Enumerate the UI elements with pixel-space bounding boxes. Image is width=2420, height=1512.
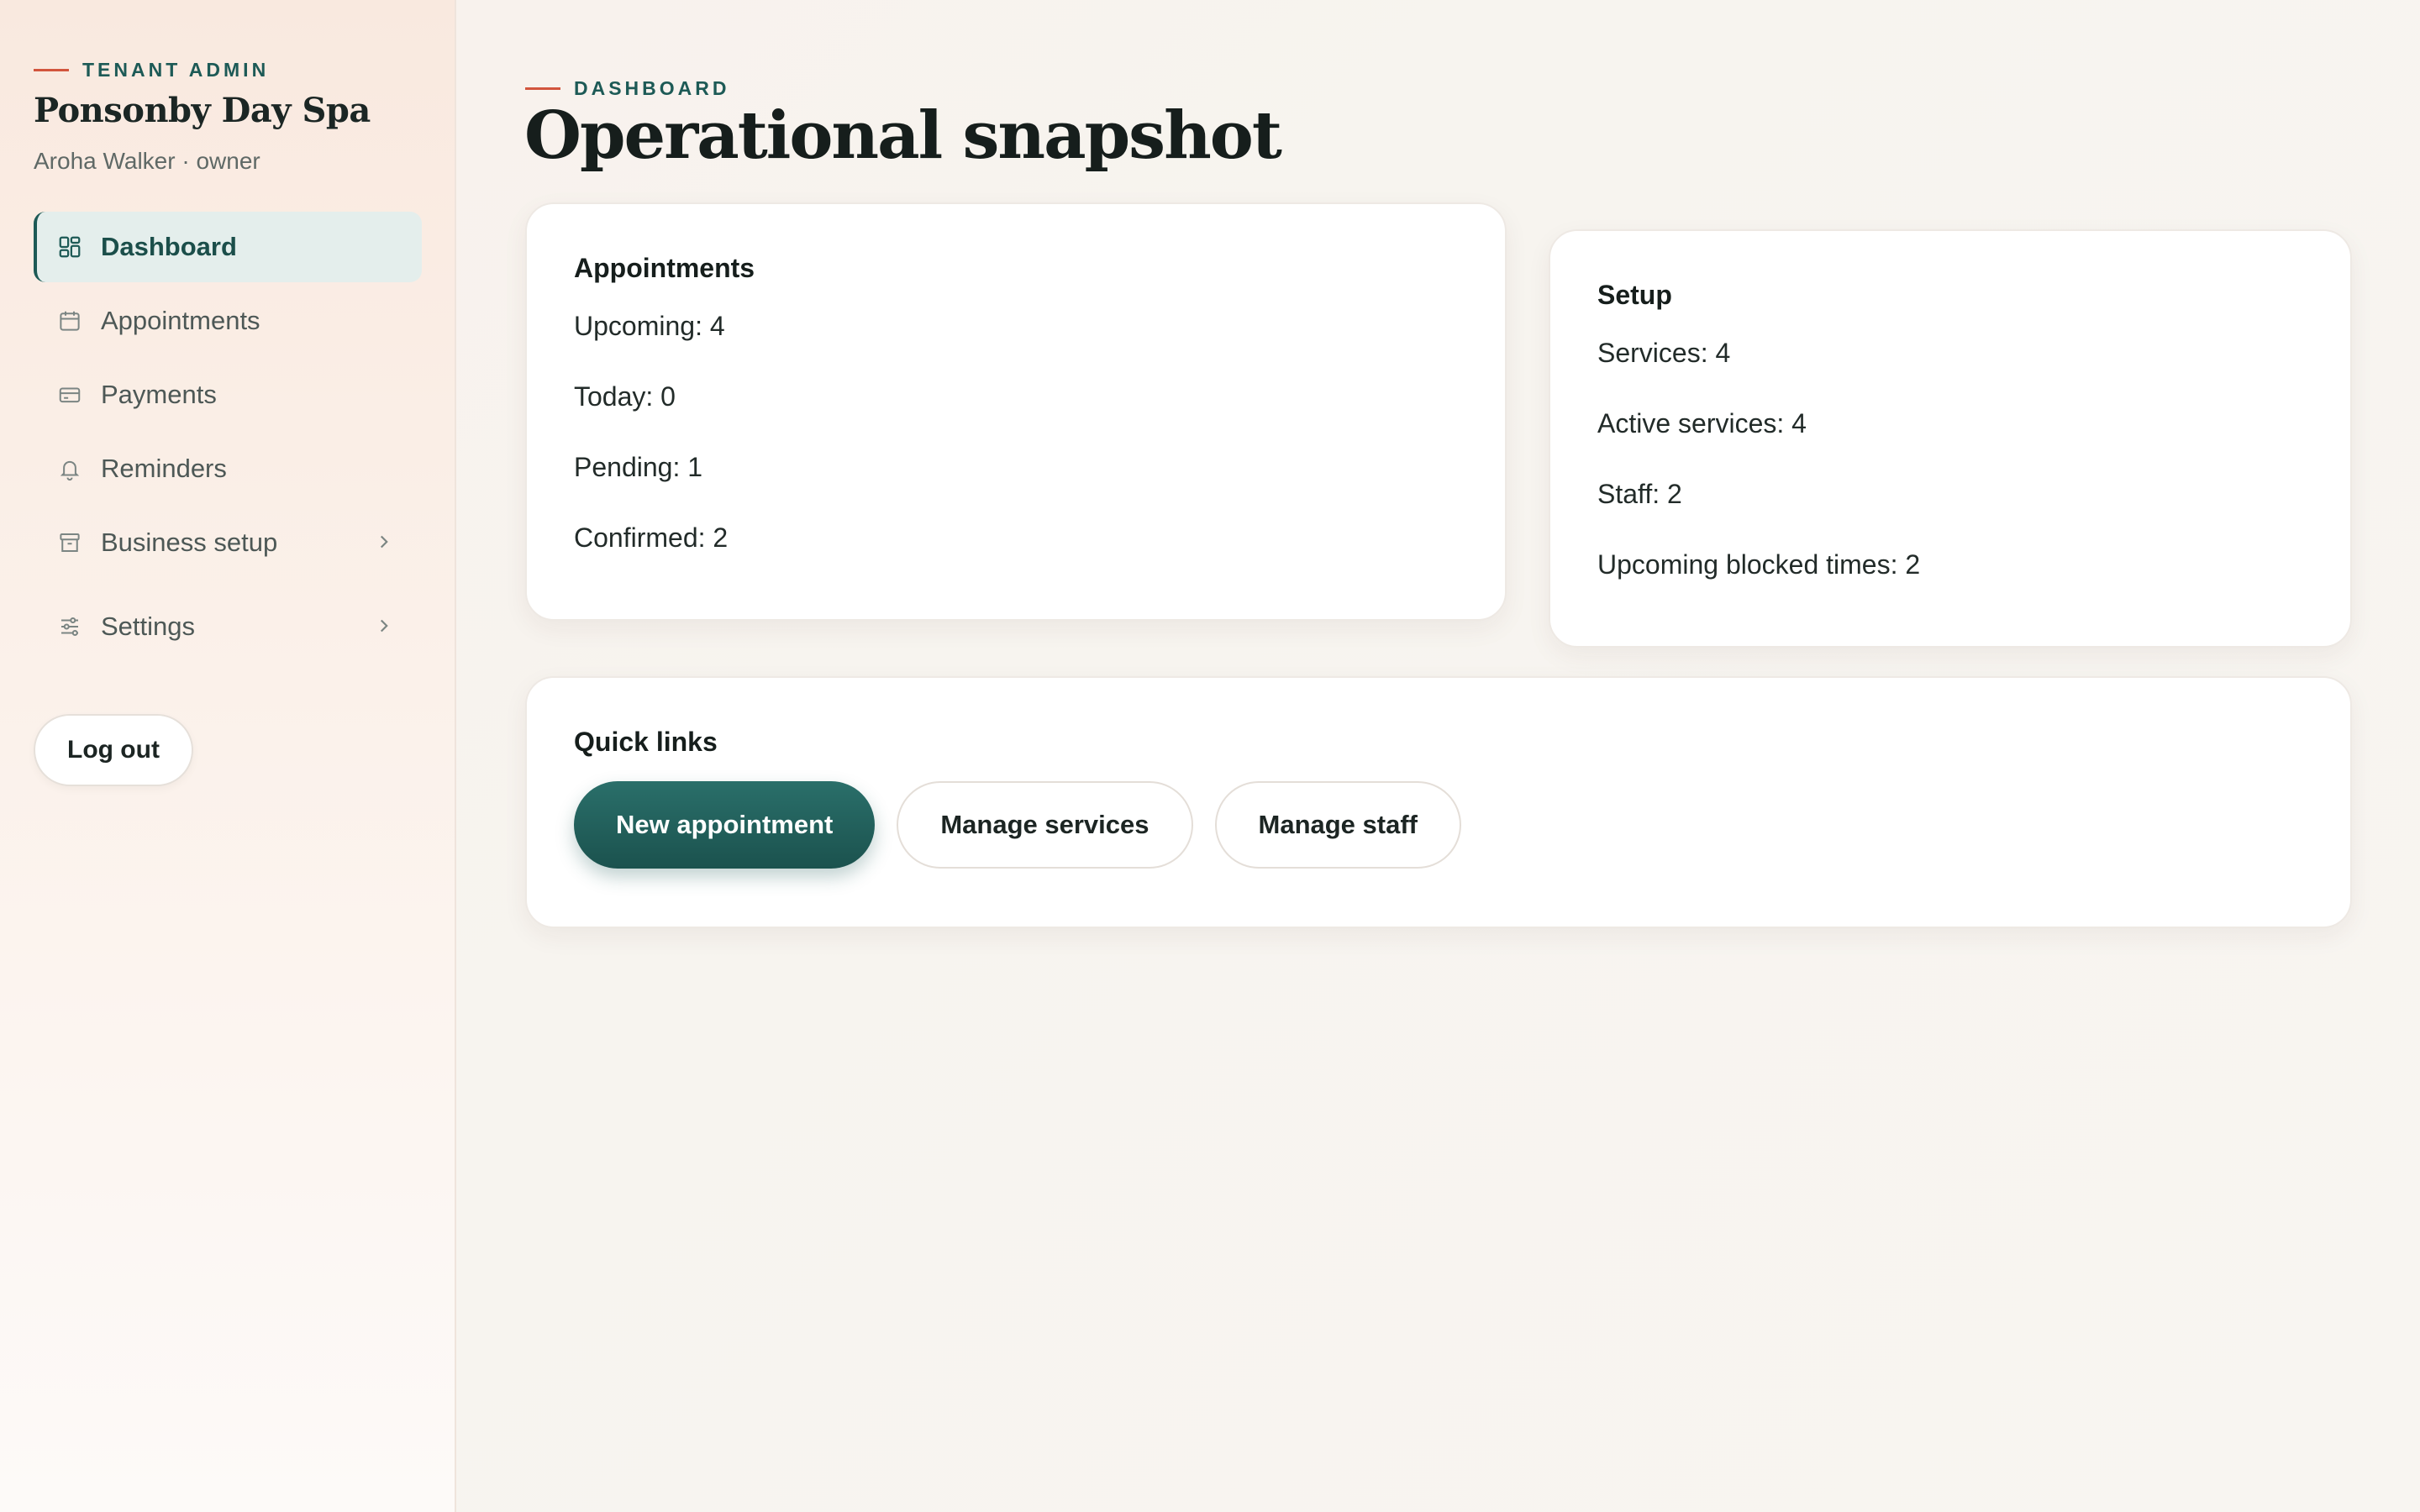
stat-services: Services: 4 <box>1597 338 1731 368</box>
bell-icon <box>60 460 80 481</box>
stat-confirmed: Confirmed: 2 <box>574 522 729 553</box>
sliders-icon <box>61 617 78 636</box>
setup-card: Setup Services: 4 Active services: 4 Sta… <box>1549 229 2352 648</box>
credit-card-icon <box>59 387 81 403</box>
stat-blocked-times: Upcoming blocked times: 2 <box>1597 549 1921 580</box>
calendar-icon <box>60 311 80 331</box>
sidebar-item-label: Payments <box>101 380 217 409</box>
store-icon <box>60 533 80 552</box>
sidebar-item-label: Dashboard <box>101 232 237 261</box>
eyebrow-dash <box>525 87 560 90</box>
page-eyebrow-label: DASHBOARD <box>574 77 730 99</box>
sidebar-item-label: Reminders <box>101 454 227 483</box>
sidebar-item-dashboard[interactable]: Dashboard <box>34 212 422 282</box>
sidebar-item-payments[interactable]: Payments <box>34 360 422 430</box>
sidebar-item-appointments[interactable]: Appointments <box>34 286 422 356</box>
page-title: Operational snapshot <box>524 97 1282 174</box>
sidebar-item-reminders[interactable]: Reminders <box>34 433 422 504</box>
new-appointment-button[interactable]: New appointment <box>574 781 876 869</box>
sidebar-item-business-setup[interactable]: Business setup <box>34 507 422 578</box>
chevron-right-icon <box>380 535 388 549</box>
setup-card-title: Setup <box>1597 280 1672 310</box>
eyebrow-dash <box>34 69 69 71</box>
stat-upcoming: Upcoming: 4 <box>574 311 725 341</box>
logout-button[interactable]: Log out <box>34 714 193 786</box>
sidebar: TENANT ADMIN Ponsonby Day Spa Aroha Walk… <box>0 0 456 1512</box>
business-name: Ponsonby Day Spa <box>34 91 371 130</box>
chevron-right-icon <box>380 619 388 633</box>
stat-active-services: Active services: 4 <box>1597 408 1807 438</box>
sidebar-item-label: Settings <box>101 612 196 641</box>
appointments-card: Appointments Upcoming: 4 Today: 0 Pendin… <box>525 202 1507 621</box>
quick-links-title: Quick links <box>574 727 718 757</box>
manage-services-button[interactable]: Manage services <box>897 781 1193 869</box>
quick-links-row: New appointment Manage services Manage s… <box>574 781 2303 869</box>
quick-links-card: Quick links New appointment Manage servi… <box>525 676 2352 928</box>
stat-today: Today: 0 <box>574 381 676 412</box>
sidebar-item-label: Appointments <box>101 306 260 335</box>
sidebar-nav: Dashboard Appointments Payments Reminder… <box>34 212 422 665</box>
dashboard-icon <box>59 236 81 258</box>
appointments-card-title: Appointments <box>574 253 755 283</box>
sidebar-item-settings[interactable]: Settings <box>34 591 422 662</box>
sidebar-item-label: Business setup <box>101 528 278 557</box>
page-eyebrow: DASHBOARD <box>525 77 730 100</box>
tenant-admin-label: TENANT ADMIN <box>82 59 270 81</box>
user-role-line: Aroha Walker · owner <box>34 148 260 174</box>
stat-staff: Staff: 2 <box>1597 479 1682 509</box>
manage-staff-button[interactable]: Manage staff <box>1214 781 1461 869</box>
tenant-admin-eyebrow: TENANT ADMIN <box>34 59 269 81</box>
stat-pending: Pending: 1 <box>574 452 703 482</box>
